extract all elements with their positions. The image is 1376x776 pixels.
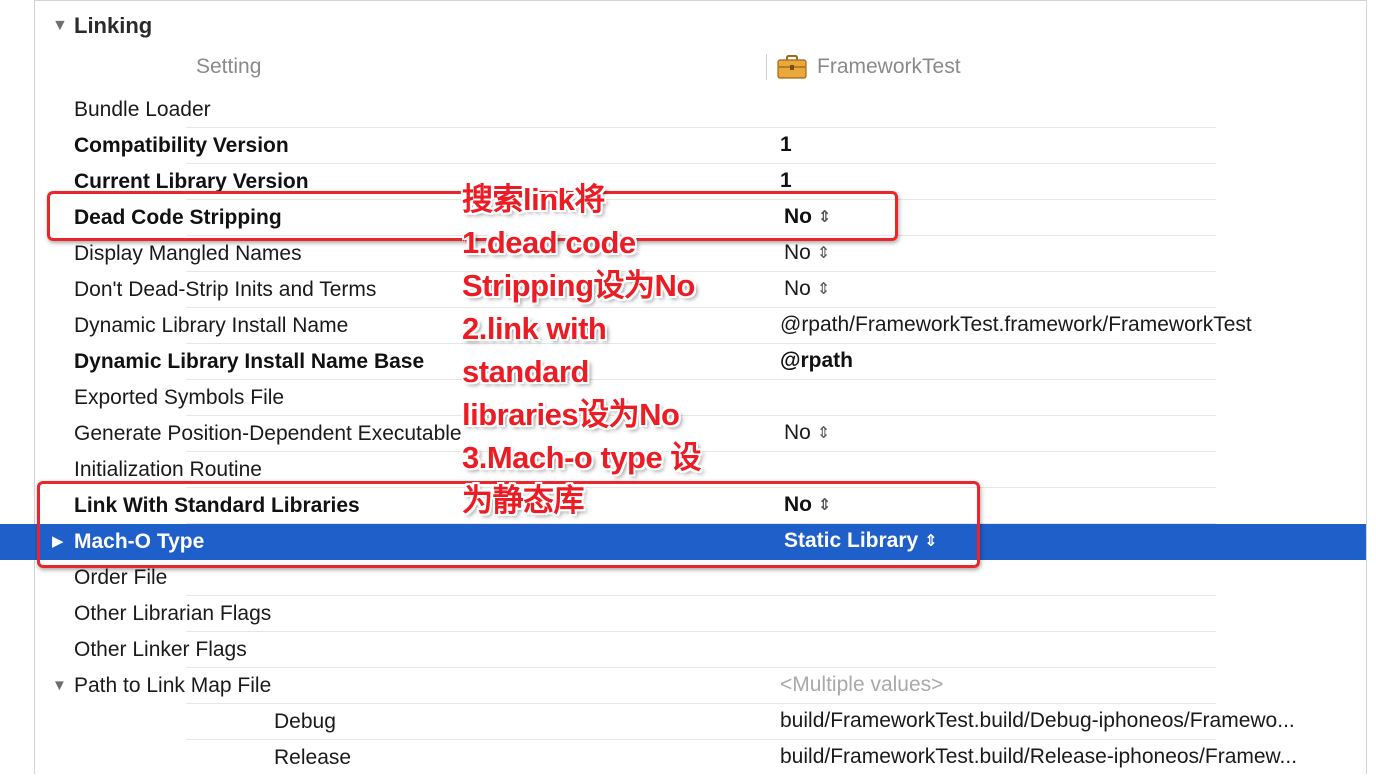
setting-value[interactable]: @rpath bbox=[780, 344, 853, 380]
setting-value[interactable]: 1 bbox=[780, 128, 792, 164]
column-header-target[interactable]: FrameworkTest bbox=[766, 52, 961, 82]
triangle-down-icon[interactable]: ▼ bbox=[52, 668, 67, 704]
annotation-line: 搜索link将 bbox=[462, 182, 605, 217]
popup-value: No bbox=[784, 277, 811, 300]
up-down-arrows-icon: ⇕ bbox=[816, 425, 831, 442]
setting-value[interactable]: build/FrameworkTest.build/Debug-iphoneos… bbox=[780, 704, 1295, 740]
annotation-line: 2.link with bbox=[462, 311, 607, 346]
triangle-down-icon[interactable]: ▼ bbox=[52, 17, 74, 35]
right-divider bbox=[1366, 0, 1367, 774]
setting-name: Debug bbox=[274, 710, 336, 733]
setting-row-compatibility-version[interactable]: Compatibility Version 1 bbox=[0, 128, 1366, 164]
setting-name: Generate Position-Dependent Executable bbox=[74, 422, 462, 445]
column-separator bbox=[766, 54, 767, 80]
annotation-line: 1.dead code bbox=[462, 225, 636, 260]
setting-name: Compatibility Version bbox=[74, 134, 289, 157]
setting-name: Path to Link Map File bbox=[74, 674, 272, 697]
annotation-line: libraries设为No bbox=[462, 397, 680, 432]
column-header-target-label: FrameworkTest bbox=[817, 55, 961, 78]
top-divider bbox=[34, 0, 1366, 1]
annotation-line: Stripping设为No bbox=[462, 268, 695, 303]
value-popup[interactable]: No ⇕ bbox=[784, 416, 830, 452]
section-header-linking[interactable]: ▼ Linking bbox=[52, 12, 152, 40]
setting-name: Other Linker Flags bbox=[74, 638, 247, 661]
annotation-line: 为静态库 bbox=[462, 483, 585, 518]
setting-name: Display Mangled Names bbox=[74, 242, 302, 265]
up-down-arrows-icon: ⇕ bbox=[816, 245, 831, 262]
setting-row-debug[interactable]: Debug build/FrameworkTest.build/Debug-ip… bbox=[0, 704, 1366, 740]
setting-row-path-to-link-map-file[interactable]: ▼ Path to Link Map File <Multiple values… bbox=[0, 668, 1366, 704]
setting-value[interactable]: @rpath/FrameworkTest.framework/Framework… bbox=[780, 308, 1252, 344]
briefcase-icon bbox=[777, 55, 807, 79]
setting-value[interactable]: <Multiple values> bbox=[780, 668, 943, 704]
setting-name: Release bbox=[274, 746, 352, 769]
setting-name: Dynamic Library Install Name Base bbox=[74, 350, 425, 373]
setting-name: Exported Symbols File bbox=[74, 386, 285, 409]
annotation-line: 3.Mach-o type 设 bbox=[462, 440, 701, 475]
column-header-setting[interactable]: Setting bbox=[196, 52, 261, 82]
popup-value: No bbox=[784, 241, 811, 264]
setting-row-other-linker-flags[interactable]: Other Linker Flags bbox=[0, 632, 1366, 668]
setting-name: Don't Dead-Strip Inits and Terms bbox=[74, 278, 377, 301]
setting-row-release[interactable]: Release build/FrameworkTest.build/Releas… bbox=[0, 740, 1366, 776]
annotation-line: standard bbox=[462, 354, 589, 389]
setting-name: Bundle Loader bbox=[74, 98, 211, 121]
setting-name: Dynamic Library Install Name bbox=[74, 314, 349, 337]
section-title: Linking bbox=[74, 13, 153, 38]
value-popup[interactable]: No ⇕ bbox=[784, 236, 830, 272]
up-down-arrows-icon: ⇕ bbox=[816, 281, 831, 298]
popup-value: No bbox=[784, 421, 811, 444]
setting-row-other-librarian-flags[interactable]: Other Librarian Flags bbox=[0, 596, 1366, 632]
setting-row-bundle-loader[interactable]: Bundle Loader bbox=[0, 92, 1366, 128]
setting-value[interactable]: build/FrameworkTest.build/Release-iphone… bbox=[780, 740, 1297, 776]
column-header-setting-label: Setting bbox=[196, 55, 262, 78]
annotation-text: 搜索link将 1.dead code Stripping设为No 2.link… bbox=[462, 178, 762, 522]
setting-name: Other Librarian Flags bbox=[74, 602, 272, 625]
value-popup[interactable]: No ⇕ bbox=[784, 272, 830, 308]
